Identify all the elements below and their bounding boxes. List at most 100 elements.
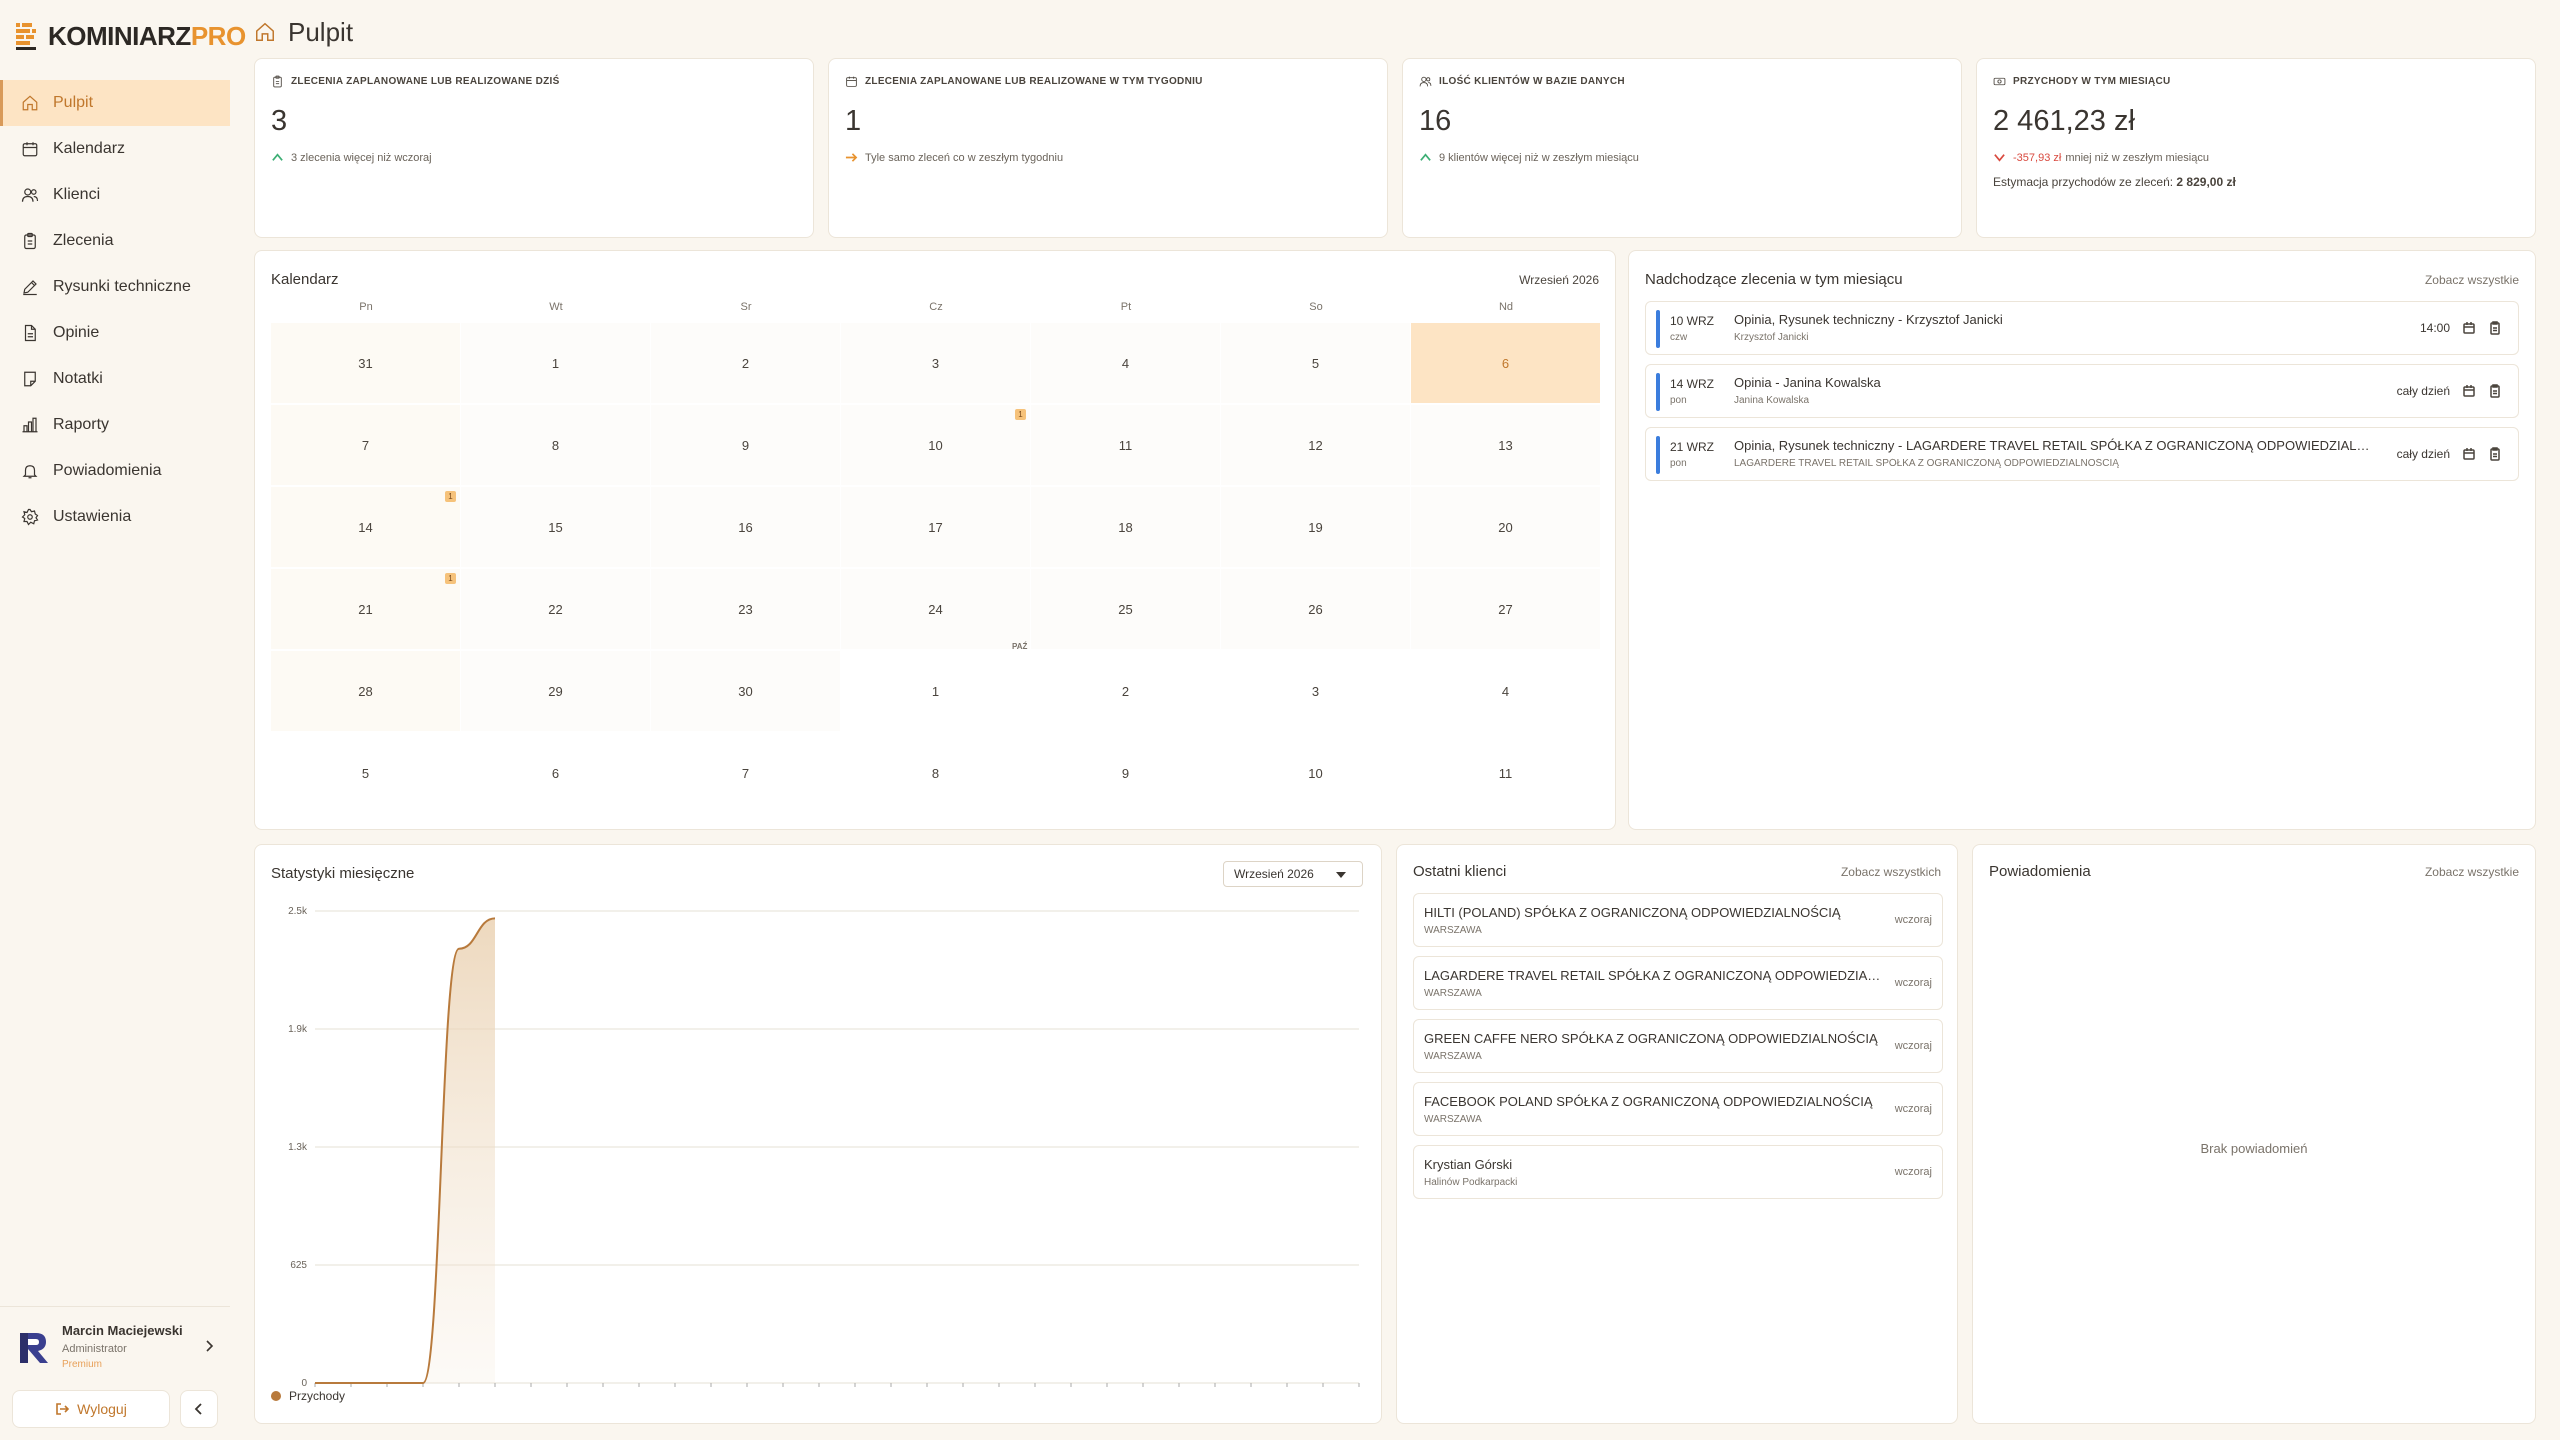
weekday-header: Wt	[549, 301, 563, 313]
home-icon	[20, 93, 40, 113]
calendar-day[interactable]: 14 1	[271, 487, 460, 567]
notifications-see-all-link[interactable]: Zobacz wszystkie	[2425, 865, 2519, 879]
home-icon	[256, 22, 274, 41]
sidebar-item-label: Ustawienia	[53, 508, 132, 525]
calendar-day[interactable]: 12	[1221, 405, 1410, 485]
chevron-right-icon[interactable]	[202, 1339, 216, 1353]
calendar-day[interactable]: 2	[651, 323, 840, 403]
sidebar-item-rysunki-techniczne[interactable]: Rysunki techniczne	[0, 264, 230, 310]
kpi-value: 1	[845, 105, 862, 137]
client-item[interactable]: LAGARDERE TRAVEL RETAIL SPÓŁKA Z OGRANIC…	[1413, 956, 1943, 1010]
clipboard-icon[interactable]	[2488, 384, 2502, 398]
calendar-day[interactable]: 3	[1221, 651, 1410, 731]
calendar-day[interactable]: 1	[841, 651, 1030, 731]
sidebar-item-notatki[interactable]: Notatki	[0, 356, 230, 402]
calendar-icon[interactable]	[2462, 321, 2476, 335]
calendar-day[interactable]: 11	[1031, 405, 1220, 485]
calendar-day[interactable]: 15	[461, 487, 650, 567]
calendar-day[interactable]: 7	[651, 733, 840, 813]
sidebar-item-klienci[interactable]: Klienci	[0, 172, 230, 218]
upcoming-see-all-link[interactable]: Zobacz wszystkie	[2425, 273, 2519, 287]
calendar-day[interactable]: 20	[1411, 487, 1600, 567]
kpi-label: ILOŚĆ KLIENTÓW W BAZIE DANYCH	[1419, 75, 1625, 88]
calendar-day[interactable]: 4	[1411, 651, 1600, 731]
clients-title: Ostatni klienci	[1413, 863, 1507, 880]
sidebar-item-raporty[interactable]: Raporty	[0, 402, 230, 448]
sidebar-item-ustawienia[interactable]: Ustawienia	[0, 494, 230, 540]
event-weekday: czw	[1670, 332, 1688, 343]
calendar-day[interactable]: 23	[651, 569, 840, 649]
logo[interactable]: KOMINIARZPRO	[14, 18, 246, 54]
client-item[interactable]: GREEN CAFFE NERO SPÓŁKA Z OGRANICZONĄ OD…	[1413, 1019, 1943, 1073]
clients-see-all-link[interactable]: Zobacz wszystkich	[1841, 865, 1941, 879]
calendar-day[interactable]: 1	[461, 323, 650, 403]
upcoming-order-item[interactable]: 14 WRZ pon Opinia - Janina Kowalska Janina …	[1645, 364, 2519, 418]
calendar-card: Kalendarz Wrzesień 2026 Pn Wt Sr Cz Pt So Nd 31…	[254, 250, 1616, 830]
calendar-day[interactable]: 27	[1411, 569, 1600, 649]
sidebar-item-kalendarz[interactable]: Kalendarz	[0, 126, 230, 172]
calendar-day[interactable]: 3	[841, 323, 1030, 403]
client-item[interactable]: HILTI (POLAND) SPÓŁKA Z OGRANICZONĄ ODPO…	[1413, 893, 1943, 947]
user-profile[interactable]: Marcin Maciejewski Administrator Premium	[0, 1306, 230, 1386]
calendar-day[interactable]: 10 1	[841, 405, 1030, 485]
sidebar-item-pulpit[interactable]: Pulpit	[0, 80, 230, 126]
calendar-day[interactable]: 16	[651, 487, 840, 567]
calendar-day[interactable]: 9	[1031, 733, 1220, 813]
collapse-sidebar-button[interactable]	[180, 1390, 218, 1428]
calendar-day[interactable]: 11	[1411, 733, 1600, 813]
client-city: WARSZAWA	[1424, 925, 1482, 936]
sidebar-item-label: Raporty	[53, 416, 110, 433]
pencil-icon	[20, 277, 40, 297]
event-title: Opinia, Rysunek techniczny - LAGARDERE T…	[1734, 438, 2374, 453]
calendar-icon[interactable]	[2462, 384, 2476, 398]
calendar-day[interactable]: 18	[1031, 487, 1220, 567]
calendar-day[interactable]: 29	[461, 651, 650, 731]
calendar-day[interactable]: 24	[841, 569, 1030, 649]
upcoming-order-item[interactable]: 21 WRZ pon Opinia, Rysunek techniczny - LA…	[1645, 427, 2519, 481]
trend-up-icon	[1420, 153, 1431, 161]
upcoming-order-item[interactable]: 10 WRZ czw Opinia, Rysunek techniczny - Kr…	[1645, 301, 2519, 355]
client-item[interactable]: Krystian Górski Halinów Podkarpacki wczora…	[1413, 1145, 1943, 1199]
calendar-day[interactable]: 9	[651, 405, 840, 485]
calendar-day[interactable]: 5	[271, 733, 460, 813]
chart-legend[interactable]: Przychody	[271, 1389, 345, 1403]
sidebar-item-zlecenia[interactable]: Zlecenia	[0, 218, 230, 264]
series-area	[315, 918, 495, 1383]
clipboard-icon	[273, 75, 282, 88]
calendar-day[interactable]: 6	[461, 733, 650, 813]
calendar-day[interactable]: 5	[1221, 323, 1410, 403]
calendar-day[interactable]: 8	[461, 405, 650, 485]
client-item[interactable]: FACEBOOK POLAND SPÓŁKA Z OGRANICZONĄ ODP…	[1413, 1082, 1943, 1136]
event-time: cały dzień	[2396, 384, 2450, 398]
calendar-day[interactable]: 21 1	[271, 569, 460, 649]
clipboard-icon[interactable]	[2488, 447, 2502, 461]
event-date: 21 WRZ	[1670, 440, 1715, 454]
calendar-day[interactable]: 30	[651, 651, 840, 731]
calendar-icon[interactable]	[2462, 447, 2476, 461]
calendar-day[interactable]: 4	[1031, 323, 1220, 403]
calendar-day[interactable]: 22	[461, 569, 650, 649]
calendar-day[interactable]: 13	[1411, 405, 1600, 485]
sidebar-item-powiadomienia[interactable]: Powiadomienia	[0, 448, 230, 494]
weekday-header: So	[1309, 301, 1323, 313]
calendar-day[interactable]: 25	[1031, 569, 1220, 649]
logout-button[interactable]: Wyloguj	[12, 1390, 170, 1428]
client-city: WARSZAWA	[1424, 1114, 1482, 1125]
upcoming-title: Nadchodzące zlecenia w tym miesiącu	[1645, 271, 1903, 288]
calendar-day[interactable]: 28	[271, 651, 460, 731]
weekday-header: Cz	[929, 301, 943, 313]
calendar-day[interactable]: 19	[1221, 487, 1410, 567]
calendar-day[interactable]: 2	[1031, 651, 1220, 731]
calendar-day[interactable]: 10	[1221, 733, 1410, 813]
sidebar-item-label: Opinie	[53, 324, 100, 341]
clipboard-icon[interactable]	[2488, 321, 2502, 335]
calendar-day[interactable]: 6	[1411, 323, 1600, 403]
calendar-day[interactable]: 8	[841, 733, 1030, 813]
trend-down-icon	[1994, 154, 2005, 162]
calendar-day[interactable]: 26	[1221, 569, 1410, 649]
kpi-label: PRZYCHODY W TYM MIESIĄCU	[1993, 75, 2171, 88]
calendar-day[interactable]: 31	[271, 323, 460, 403]
calendar-day[interactable]: 17	[841, 487, 1030, 567]
calendar-day[interactable]: 7	[271, 405, 460, 485]
sidebar-item-opinie[interactable]: Opinie	[0, 310, 230, 356]
